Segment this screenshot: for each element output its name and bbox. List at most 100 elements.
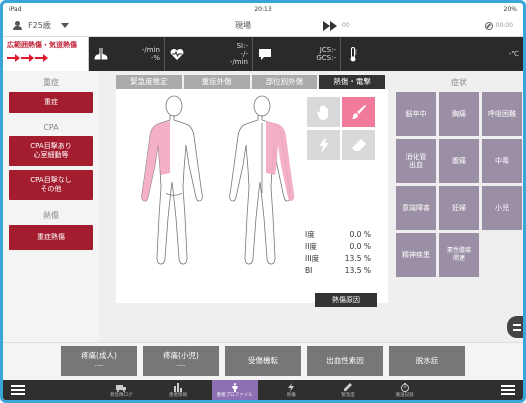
degree-2-label: II度 — [305, 242, 317, 251]
symptoms-heading: 症状 — [451, 78, 467, 87]
degree-1-unit: % — [363, 230, 371, 239]
degree-1-row: I度 0.0 % — [305, 229, 385, 241]
patient-selector[interactable]: F25歳 — [13, 20, 163, 31]
patient-label: F25歳 — [28, 21, 51, 30]
symptom-poisoning[interactable]: 中毒 — [482, 139, 522, 183]
degree-2-value: 0.0 — [349, 242, 362, 251]
symptom-consciousness[interactable]: 意識障害 — [396, 186, 436, 230]
symptom-dyspnea[interactable]: 呼吸困難 — [482, 92, 522, 136]
nav-transport[interactable]: 搬送記録 — [382, 380, 428, 400]
menu-icon[interactable] — [11, 385, 25, 395]
urgency-arrows-icon — [7, 52, 84, 66]
body-icon — [231, 382, 238, 392]
lightning-tool[interactable] — [307, 130, 340, 160]
tab-bar: 緊急度推定 重症外傷 部位別外傷 熱傷・電撃 — [116, 75, 387, 89]
lightning-icon — [318, 137, 329, 153]
injury-mechanism-button[interactable]: 受傷機転 — [225, 346, 301, 376]
lungs-icon — [93, 46, 109, 62]
degree-1-label: I度 — [305, 230, 315, 239]
menu-right-icon[interactable] — [501, 385, 515, 395]
bottom-buttons: 疼痛(成人) ---- 疼痛(小児) ---- 受傷機転 出血性素因 脱水症 — [3, 342, 523, 380]
nav-patient-info-label: 患者情報 — [168, 392, 187, 398]
eraser-tool[interactable] — [342, 130, 375, 160]
symptoms-grid: 脳卒中 胸痛 呼吸困難 消化管 出血 腹痛 中毒 意識障害 妊婦 小児 精神疾患… — [395, 92, 523, 277]
nav-patient-profile-label: 患者プロファイル — [216, 392, 253, 398]
cpa-heading: CPA — [43, 123, 59, 132]
severe-burn-button[interactable]: 重症熱傷 — [9, 225, 93, 250]
pain-child-value: ---- — [176, 362, 186, 369]
alert-title: 広範囲熱傷・気道熱傷 — [7, 41, 77, 49]
header-right[interactable]: 00:00 — [453, 21, 513, 30]
lightning-icon — [288, 382, 295, 392]
nav-transport-label: 搬送記録 — [395, 392, 414, 398]
body-back-figure[interactable] — [222, 93, 302, 293]
symptom-pregnancy[interactable]: 妊婦 — [439, 186, 479, 230]
hand-tool[interactable] — [307, 97, 340, 127]
symptom-empty — [482, 233, 522, 277]
vital-heart[interactable]: SI:- -/- -/min — [165, 37, 253, 71]
nav-burn-label: 熱傷 — [286, 392, 296, 398]
clock: 20:13 — [254, 5, 272, 13]
vital-respiration[interactable]: -/min -% — [89, 37, 165, 71]
heart-icon — [169, 46, 185, 62]
tab-severe-trauma[interactable]: 重症外傷 — [183, 75, 250, 89]
degree-3-unit: % — [363, 254, 371, 263]
ffw-label: 00 — [342, 22, 350, 29]
hand-icon — [316, 105, 328, 120]
symptom-abdominal-pain[interactable]: 腹痛 — [439, 139, 479, 183]
severe-button[interactable]: 重症 — [9, 92, 93, 113]
device-label: iPad — [9, 5, 22, 13]
nav-urgency[interactable]: 緊急度 — [325, 380, 371, 400]
symptoms-column: 症状 脳卒中 胸痛 呼吸困難 消化管 出血 腹痛 中毒 意識障害 妊婦 小児 精… — [395, 71, 523, 342]
alert-box[interactable]: 広範囲熱傷・気道熱傷 — [3, 37, 89, 71]
pen-icon — [343, 382, 352, 391]
resp-value: -/min -% — [141, 46, 160, 62]
brush-tool[interactable] — [342, 97, 375, 127]
nav-urgency-label: 緊急度 — [341, 392, 355, 398]
list-toggle-button[interactable] — [507, 316, 523, 338]
symptom-psychiatric[interactable]: 精神疾患 — [396, 233, 436, 277]
brush-icon — [351, 105, 366, 119]
thermometer-icon — [345, 46, 361, 62]
nav-patient-profile[interactable]: 患者プロファイル — [211, 380, 258, 400]
burn-area-back-left-arm[interactable] — [266, 121, 295, 201]
symptom-chest-pain[interactable]: 胸痛 — [439, 92, 479, 136]
chevron-down-icon — [60, 23, 69, 28]
symptom-stroke[interactable]: 脳卒中 — [396, 92, 436, 136]
battery-label: 20% — [503, 5, 517, 13]
degree-3-label: III度 — [305, 254, 320, 263]
vital-temperature[interactable]: -℃ — [341, 37, 523, 71]
burn-cause-button[interactable]: 熱傷原因 — [315, 293, 377, 307]
tab-regional-trauma[interactable]: 部位別外傷 — [251, 75, 318, 89]
nav-log-label: 救急隊ログ — [110, 392, 133, 398]
vitals-bar: 広範囲熱傷・気道熱傷 -/min -% SI:- -/- -/min JCS:-… — [3, 37, 523, 71]
degree-1-value: 0.0 — [349, 230, 362, 239]
burn-heading: 熱傷 — [43, 211, 59, 220]
burn-panel: I度 0.0 % II度 0.0 % III度 13.5 % BI 13.5 % 熱傷原… — [116, 89, 388, 307]
consciousness-value: JCS:- GCS:- — [316, 46, 336, 62]
burn-index-value: 13.5 — [344, 266, 362, 275]
fast-forward-control[interactable]: 00 — [323, 20, 453, 31]
pain-adult-button[interactable]: 疼痛(成人) ---- — [61, 346, 137, 376]
fast-forward-icon — [323, 20, 337, 31]
symptom-malignant[interactable]: 悪性腫瘍 関連 — [439, 233, 479, 277]
cpa-witnessed-button[interactable]: CPA目撃あり 心室細動等 — [9, 136, 93, 166]
nav-burn[interactable]: 熱傷 — [268, 380, 314, 400]
pain-adult-label: 疼痛(成人) — [81, 351, 117, 360]
pain-child-button[interactable]: 疼痛(小児) ---- — [143, 346, 219, 376]
body-front-figure[interactable] — [134, 93, 214, 293]
dehydration-button[interactable]: 脱水症 — [389, 346, 465, 376]
stopwatch-icon — [400, 382, 409, 392]
symptom-pediatric[interactable]: 小児 — [482, 186, 522, 230]
bleeding-diathesis-button[interactable]: 出血性素因 — [307, 346, 383, 376]
degree-3-value: 13.5 — [344, 254, 362, 263]
degree-3-row: III度 13.5 % — [305, 253, 385, 265]
tab-urgency[interactable]: 緊急度推定 — [116, 75, 182, 89]
nav-log[interactable]: 救急隊ログ — [98, 380, 144, 400]
tab-burn-electric[interactable]: 熱傷・電撃 — [319, 75, 385, 89]
vital-consciousness[interactable]: JCS:- GCS:- — [253, 37, 341, 71]
nav-patient-info[interactable]: 患者情報 — [155, 380, 201, 400]
burn-index-row: BI 13.5 % — [305, 265, 385, 277]
symptom-gi-bleeding[interactable]: 消化管 出血 — [396, 139, 436, 183]
cpa-unwitnessed-button[interactable]: CPA目撃なし その他 — [9, 170, 93, 200]
